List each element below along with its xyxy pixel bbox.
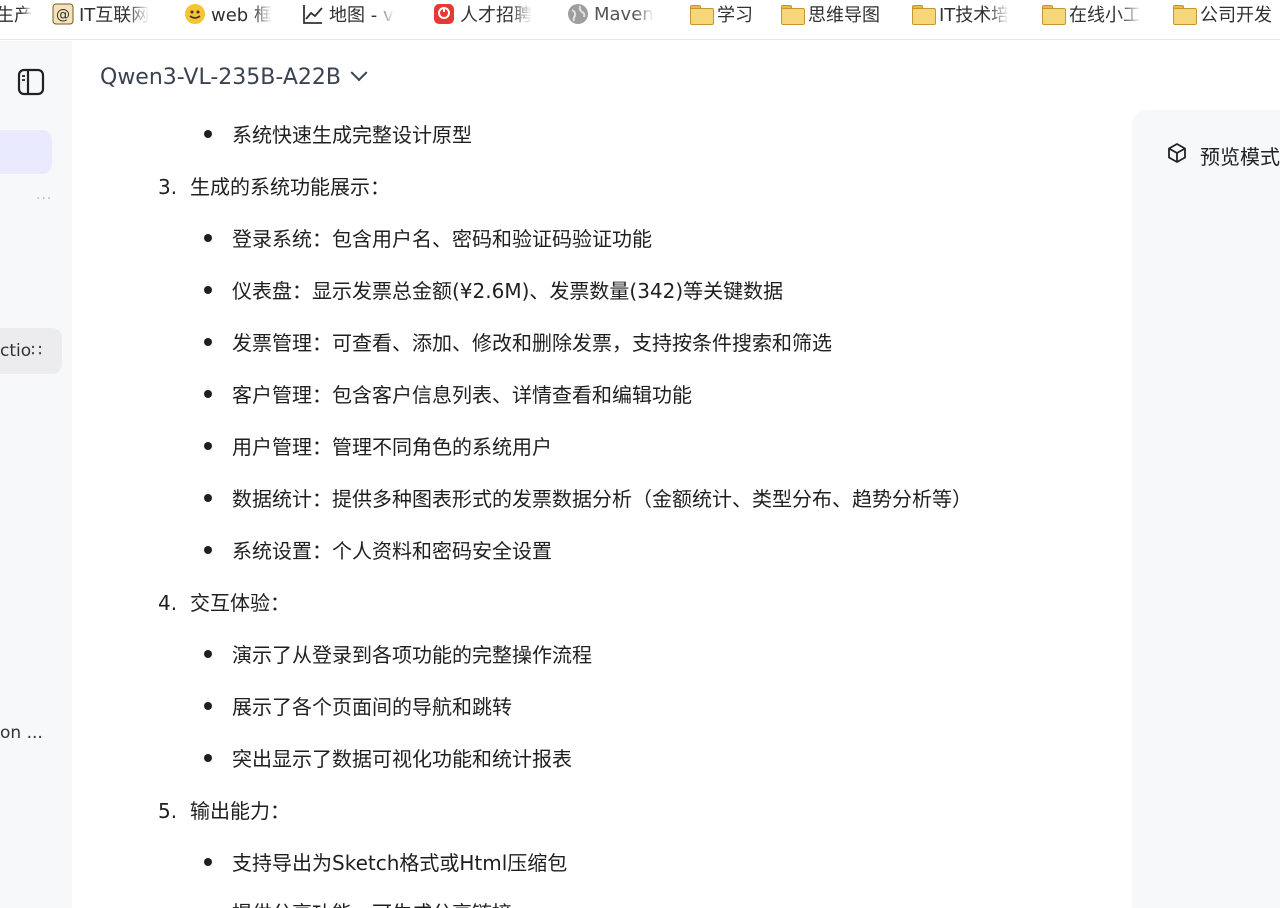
svg-text:@: @: [56, 7, 70, 23]
sidebar-active-item[interactable]: [0, 130, 52, 174]
bookmark-item[interactable]: 生产: [0, 1, 32, 27]
section-heading: 4. 交互体验：: [158, 587, 290, 616]
preview-panel: [1132, 110, 1280, 908]
bullet: [204, 130, 212, 138]
bookmark-item[interactable]: @ IT互联网: [52, 1, 149, 27]
smiley-icon: [184, 3, 206, 25]
sidebar-chat-item[interactable]: ctio∷: [0, 328, 62, 374]
more-options-icon[interactable]: ···: [36, 191, 52, 207]
bookmark-label: 学习: [717, 5, 753, 26]
bullet: [204, 650, 212, 658]
bookmark-item[interactable]: web 框: [184, 1, 272, 27]
list-item-text: 客户管理：包含客户信息列表、详情查看和编辑功能: [232, 383, 692, 407]
bullet: [204, 754, 212, 762]
bookmark-folder[interactable]: 思维导图: [781, 1, 880, 27]
bullet: [204, 338, 212, 346]
list-item-text: 发票管理：可查看、添加、修改和删除发票，支持按条件搜索和筛选: [232, 331, 832, 355]
bookmark-label: IT技术培: [939, 5, 1010, 26]
preview-mode-label: 预览模式: [1200, 144, 1280, 169]
bullet: [204, 702, 212, 710]
sidebar-chat-label: ctio∷: [0, 341, 42, 361]
folder-icon: [1042, 3, 1066, 25]
sidebar-chat-item[interactable]: on ...: [0, 723, 62, 747]
list-item-text: 仪表盘：显示发票总金额(¥2.6M)、发票数量(342)等关键数据: [232, 279, 784, 303]
sidebar: ··· ctio∷ on ...: [0, 41, 72, 908]
bookmark-folder[interactable]: 公司开发: [1173, 1, 1272, 27]
bookmarks-bar: 生产 @ IT互联网 web 框 地图 - v 人才招聘 Maven 学习: [0, 0, 1280, 40]
model-name: Qwen3-VL-235B-A22B: [100, 64, 341, 90]
list-item-text: 展示了各个页面间的导航和跳转: [232, 695, 512, 719]
section-heading: 5. 输出能力：: [158, 795, 290, 824]
bullet: [204, 286, 212, 294]
bookmark-folder[interactable]: IT技术培: [912, 1, 1009, 27]
bookmark-label: 思维导图: [808, 5, 880, 26]
bookmark-folder[interactable]: 在线小工: [1042, 1, 1141, 27]
section-number: 4.: [158, 591, 178, 615]
list-item-text: 登录系统：包含用户名、密码和验证码验证功能: [232, 227, 652, 251]
list-item-text: 系统设置：个人资料和密码安全设置: [232, 539, 552, 563]
bookmark-label: IT互联网: [79, 5, 150, 26]
section-heading: 3. 生成的系统功能展示：: [158, 171, 390, 200]
section-number: 5.: [158, 799, 178, 823]
chart-line-icon: [302, 3, 324, 25]
sidebar-chat-label: on ...: [0, 723, 43, 743]
at-sign-icon: @: [52, 3, 74, 25]
section-number: 3.: [158, 175, 178, 199]
folder-icon: [912, 3, 936, 25]
list-item-text: 用户管理：管理不同角色的系统用户: [232, 435, 552, 459]
chevron-down-icon: [350, 64, 368, 82]
bullet: [204, 546, 212, 554]
sidebar-toggle-icon[interactable]: [16, 67, 46, 97]
list-item-text: 提供分享功能，可生成分享链接: [232, 897, 512, 908]
folder-icon: [690, 3, 714, 25]
cube-icon: [1166, 142, 1200, 169]
bookmark-item[interactable]: 地图 - v: [302, 1, 394, 27]
folder-icon: [1173, 3, 1197, 25]
bookmark-label: Maven: [594, 3, 654, 25]
list-item-text: 演示了从登录到各项功能的完整操作流程: [232, 643, 592, 667]
bullet: [204, 494, 212, 502]
bookmark-label: 人才招聘: [460, 5, 532, 26]
app-red-icon: [433, 3, 455, 25]
list-item-text: 数据统计：提供多种图表形式的发票数据分析（金额统计、类型分布、趋势分析等）: [232, 487, 972, 511]
globe-icon: [567, 3, 589, 25]
preview-mode-button[interactable]: 预览模式: [1166, 140, 1280, 170]
list-item-text: 系统快速生成完整设计原型: [232, 123, 472, 147]
bookmark-label: 公司开发: [1200, 5, 1272, 26]
folder-icon: [781, 3, 805, 25]
section-title: 输出能力：: [190, 799, 290, 823]
bookmark-folder[interactable]: 学习: [690, 1, 753, 27]
model-selector[interactable]: Qwen3-VL-235B-A22B: [100, 62, 368, 92]
bullet: [204, 390, 212, 398]
section-title: 生成的系统功能展示：: [190, 175, 390, 199]
bullet: [204, 234, 212, 242]
bookmark-item[interactable]: Maven: [567, 1, 654, 27]
list-item-text: 突出显示了数据可视化功能和统计报表: [232, 747, 572, 771]
bullet: [204, 442, 212, 450]
bookmark-label: 生产: [0, 5, 32, 26]
bookmark-label: 在线小工: [1069, 5, 1141, 26]
bookmark-label: web 框: [211, 5, 272, 26]
chat-message: 系统快速生成完整设计原型 3. 生成的系统功能展示： 登录系统：包含用户名、密码和…: [0, 0, 1120, 908]
section-title: 交互体验：: [190, 591, 290, 615]
bullet: [204, 858, 212, 866]
bookmark-item[interactable]: 人才招聘: [433, 1, 532, 27]
bookmark-label: 地图 - v: [329, 5, 394, 26]
list-item-text: 支持导出为Sketch格式或Html压缩包: [232, 851, 568, 875]
